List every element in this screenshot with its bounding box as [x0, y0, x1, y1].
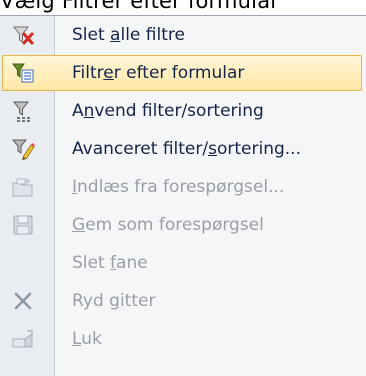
- menu-item-label: Avanceret filter/sortering...: [72, 139, 301, 159]
- menu-item-label: Luk: [72, 329, 102, 349]
- menu-item-save-as-query[interactable]: Gem som forespørgsel: [0, 206, 366, 244]
- menu-item-label: Gem som forespørgsel: [72, 215, 264, 235]
- menu-item-clear-all-filters[interactable]: Slet alle filtre: [0, 16, 366, 54]
- save-as-query-icon: [11, 213, 35, 237]
- apply-filter-icon: [11, 99, 35, 123]
- menu-item-close[interactable]: Luk: [0, 320, 366, 358]
- menu-item-label: Slet alle filtre: [72, 25, 185, 45]
- menu-item-label: Ryd gitter: [72, 291, 156, 311]
- screenshot-frame: Vælg Filtrer efter formular Slet alle fi…: [0, 0, 366, 376]
- menu-item-label: Anvend filter/sortering: [72, 101, 264, 121]
- menu-item-clear-grid[interactable]: Ryd gitter: [0, 282, 366, 320]
- filter-context-menu: Slet alle filtre Filtrer efter formular: [0, 15, 366, 376]
- clear-filter-icon: [11, 23, 35, 47]
- close-icon: [11, 327, 35, 351]
- caption-text: Vælg Filtrer efter formular: [0, 0, 280, 13]
- menu-item-filter-by-form[interactable]: Filtrer efter formular: [0, 54, 366, 92]
- menu-item-label: Slet fane: [72, 253, 148, 273]
- clear-grid-icon: [11, 289, 35, 313]
- menu-item-apply-filter-sort[interactable]: Anvend filter/sortering: [0, 92, 366, 130]
- menu-item-advanced-filter-sort[interactable]: Avanceret filter/sortering...: [0, 130, 366, 168]
- menu-item-label: Filtrer efter formular: [72, 63, 245, 83]
- menu-item-label: Indlæs fra forespørgsel...: [72, 177, 285, 197]
- filter-by-form-icon: [11, 61, 35, 85]
- load-from-query-icon: [11, 175, 35, 199]
- menu-item-delete-tab[interactable]: Slet fane: [0, 244, 366, 282]
- advanced-filter-icon: [11, 137, 35, 161]
- menu-item-load-from-query[interactable]: Indlæs fra forespørgsel...: [0, 168, 366, 206]
